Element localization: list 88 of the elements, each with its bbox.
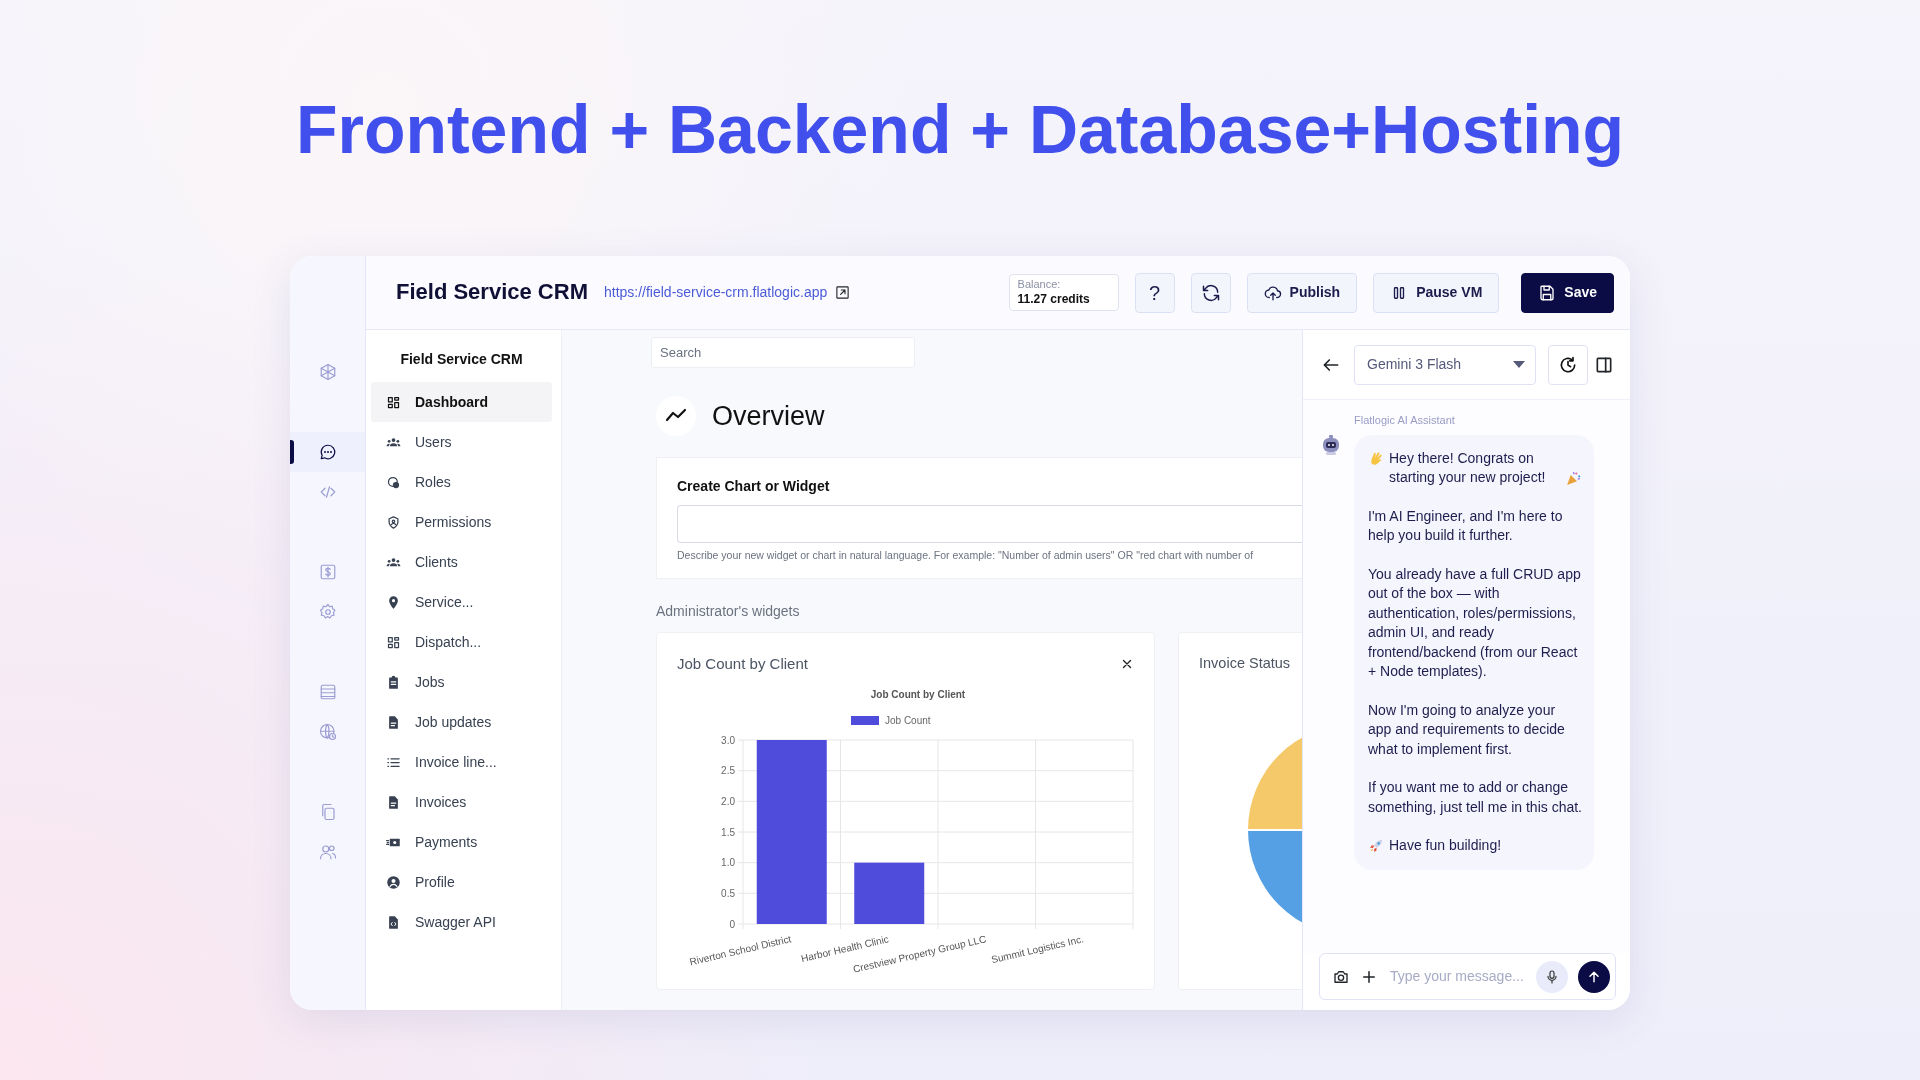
app-title: Field Service CRM xyxy=(396,279,588,306)
model-select[interactable]: Gemini 3 Flash xyxy=(1354,344,1536,385)
overview-heading: Overview xyxy=(712,399,825,433)
message-input[interactable]: Type your message... xyxy=(1388,965,1526,988)
balance-value: 11.27 credits xyxy=(1017,291,1091,307)
clipboard-icon xyxy=(386,674,401,690)
refresh-icon xyxy=(1200,282,1221,303)
widget-title: Job Count by Client xyxy=(677,654,808,674)
toolbar-button[interactable]: Publish xyxy=(1246,272,1358,313)
dollar-icon xyxy=(318,563,337,581)
balance-label: Balance: xyxy=(1017,278,1062,292)
send-button[interactable] xyxy=(1578,960,1610,993)
document-icon xyxy=(386,714,401,730)
help-button[interactable]: ? xyxy=(1134,272,1175,313)
nav-item[interactable]: Invoice line... xyxy=(371,742,552,782)
nav-item[interactable]: Payments xyxy=(371,822,552,862)
tick-label: 1.0 xyxy=(721,856,735,868)
code-icon xyxy=(318,483,337,501)
tick-label: 3.0 xyxy=(721,734,735,745)
shield-icon xyxy=(386,514,401,530)
section-label: Administrator's widgets xyxy=(656,602,801,621)
badge-icon xyxy=(386,474,401,490)
users-icon xyxy=(318,843,337,861)
toolbar-button[interactable]: Pause VM xyxy=(1373,272,1500,313)
waving-hand-icon xyxy=(1368,449,1385,467)
chat-icon xyxy=(318,443,337,461)
history-button[interactable] xyxy=(1548,344,1588,385)
nav-item[interactable]: Profile xyxy=(371,862,552,902)
chart-title: Job Count by Client xyxy=(870,688,966,700)
widget-title: Invoice Status xyxy=(1199,654,1291,673)
nav-item[interactable]: Invoices xyxy=(371,782,552,822)
location-pin-icon xyxy=(386,594,401,610)
rail-button[interactable] xyxy=(290,432,365,472)
message-text: Now I'm going to analyze your app and requirements to decide what to implement first. xyxy=(1368,701,1565,757)
cloud-upload-icon xyxy=(1263,283,1282,302)
document-icon xyxy=(386,794,401,810)
robot-avatar-icon xyxy=(1321,434,1341,456)
legend-swatch xyxy=(851,715,879,725)
tick-label: 0 xyxy=(729,918,735,929)
globe-icon xyxy=(318,723,337,741)
toolbar-button[interactable]: Save xyxy=(1521,272,1614,313)
card-title: Create Chart or Widget xyxy=(677,477,831,496)
party-popper-icon xyxy=(1565,469,1582,487)
microphone-button[interactable] xyxy=(1536,960,1568,993)
sender-name: Flatlogic AI Assistant xyxy=(1354,413,1456,428)
nav-item[interactable]: Permissions xyxy=(371,502,552,542)
category-label: Riverton School District xyxy=(688,932,793,967)
microphone-icon xyxy=(1544,968,1560,985)
legend-label: Job Count xyxy=(885,714,931,726)
cube-icon xyxy=(318,363,337,381)
clock-icon xyxy=(1558,354,1578,375)
refresh-button[interactable] xyxy=(1190,272,1231,313)
nav-item[interactable]: Job updates xyxy=(371,702,552,742)
tick-label: 0.5 xyxy=(721,887,735,899)
nav-item[interactable]: Service... xyxy=(371,582,552,622)
tick-label: 2.0 xyxy=(721,795,735,807)
message-text: Hey there! Congrats on starting your new project! xyxy=(1389,448,1547,487)
bar xyxy=(854,862,925,924)
table-icon xyxy=(318,683,337,701)
save-icon xyxy=(1538,283,1557,302)
external-link-icon[interactable] xyxy=(835,285,851,300)
nav-item[interactable]: Clients xyxy=(371,542,552,582)
rocket-icon xyxy=(1368,837,1385,854)
tick-label: 1.5 xyxy=(721,826,735,837)
tick-label: 2.5 xyxy=(721,764,735,776)
nav-item[interactable]: Dispatch... xyxy=(371,622,552,662)
settings-icon xyxy=(318,603,337,621)
caret-icon xyxy=(1513,361,1525,368)
message-text: If you want me to add or change something, just tell me in this chat. xyxy=(1368,779,1582,815)
grid-icon xyxy=(386,634,401,650)
nav-item[interactable]: Jobs xyxy=(371,662,552,702)
message-text: I'm AI Engineer, and I'm here to help you build it further. xyxy=(1368,507,1563,543)
message-text: Have fun building! xyxy=(1389,836,1502,855)
grid-icon xyxy=(386,394,401,410)
nav-item[interactable]: Swagger API xyxy=(371,902,552,942)
helper-text: Describe your new widget or chart in natural language. For example: "Number of admin users" OR "red chart with number of xyxy=(677,548,1255,563)
user-circle-icon xyxy=(386,874,401,890)
search-field[interactable]: Search xyxy=(651,337,915,368)
nav-item[interactable]: Dashboard xyxy=(371,382,552,422)
message-text: You already have a full CRUD app out of the box — with authentication, roles/permissions, admin UI, and ready frontend/backend (from our React + Node templates). xyxy=(1368,565,1581,679)
code-file-icon xyxy=(386,914,401,930)
nav-item[interactable]: Roles xyxy=(371,462,552,502)
app-url-link[interactable]: https://field-service-crm.flatlogic.app xyxy=(603,282,828,303)
headline: Frontend + Backend + Database+Hosting xyxy=(295,90,1625,169)
nav-item[interactable]: Users xyxy=(371,422,552,462)
category-label: Summit Logistics Inc. xyxy=(990,932,1085,965)
sidebar-title: Field Service CRM xyxy=(399,350,524,368)
widget-prompt-field[interactable] xyxy=(677,505,1302,543)
